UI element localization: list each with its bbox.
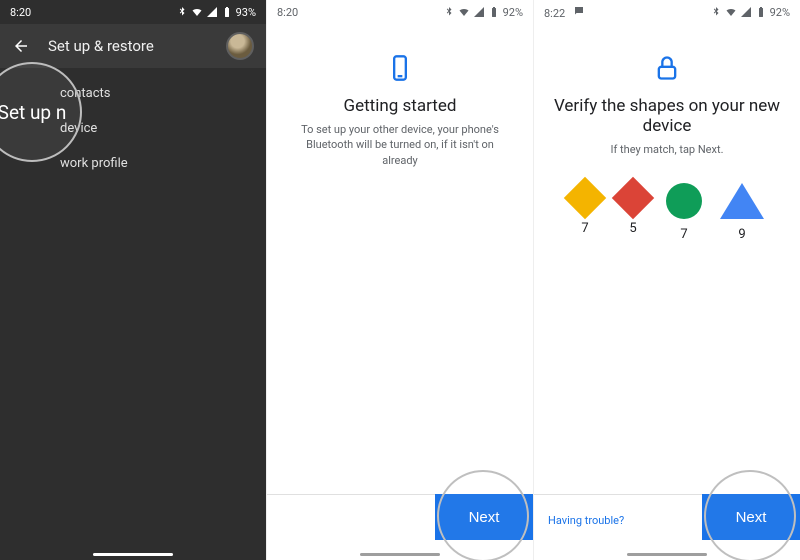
page-title: Verify the shapes on your new device	[534, 96, 800, 136]
appbar: Set up & restore	[0, 24, 266, 68]
list-item[interactable]: work profile	[0, 146, 266, 181]
shape-value: 7	[581, 221, 588, 236]
shape-value: 7	[680, 227, 687, 242]
list-item[interactable]: contacts	[0, 76, 266, 111]
shape-diamond-orange	[564, 177, 606, 219]
status-icons: 92%	[710, 6, 790, 19]
bluetooth-icon	[443, 6, 455, 18]
wifi-icon	[725, 6, 737, 18]
settings-list: contacts device work profile	[0, 68, 266, 189]
home-indicator[interactable]	[627, 553, 707, 556]
bluetooth-icon	[710, 6, 722, 18]
panel-getting-started: 8:20 92% Getting started To set up your …	[266, 0, 533, 560]
home-indicator[interactable]	[360, 553, 440, 556]
appbar-title: Set up & restore	[48, 37, 208, 55]
shape-triangle-blue	[720, 183, 764, 219]
wifi-icon	[191, 6, 203, 18]
shape-cell: 9	[720, 183, 764, 242]
status-bar: 8:20 92%	[267, 0, 533, 24]
avatar[interactable]	[226, 32, 254, 60]
status-icons: 93%	[176, 6, 256, 19]
phone-icon	[386, 54, 414, 82]
home-indicator[interactable]	[93, 553, 173, 556]
shape-circle-green	[666, 183, 702, 219]
battery-icon	[488, 6, 500, 18]
message-icon	[573, 5, 585, 17]
status-time: 8:22	[544, 7, 565, 20]
panel-settings: 8:20 93% Set up & restore contacts devic…	[0, 0, 266, 560]
status-time: 8:20	[10, 6, 31, 19]
next-button[interactable]: Next	[435, 494, 533, 540]
shape-value: 9	[738, 227, 745, 242]
shape-cell: 5	[618, 183, 648, 242]
status-battery-pct: 93%	[236, 6, 256, 19]
shape-diamond-red	[612, 177, 654, 219]
back-icon[interactable]	[12, 37, 30, 55]
signal-icon	[473, 6, 485, 18]
status-bar: 8:20 93%	[0, 0, 266, 24]
shapes-row: 7 5 7 9	[534, 183, 800, 242]
status-bar: 8:22 92%	[534, 0, 800, 24]
signal-icon	[740, 6, 752, 18]
page-subtitle: To set up your other device, your phone'…	[267, 116, 533, 168]
bluetooth-icon	[176, 6, 188, 18]
page-subtitle: If they match, tap Next.	[534, 136, 800, 157]
status-battery-pct: 92%	[770, 6, 790, 19]
wifi-icon	[458, 6, 470, 18]
next-button[interactable]: Next	[702, 494, 800, 540]
signal-icon	[206, 6, 218, 18]
list-item[interactable]: device	[0, 111, 266, 146]
status-time: 8:20	[277, 6, 298, 19]
shape-value: 5	[629, 221, 636, 236]
shape-cell: 7	[666, 183, 702, 242]
battery-icon	[221, 6, 233, 18]
lock-icon	[653, 54, 681, 82]
battery-icon	[755, 6, 767, 18]
page-title: Getting started	[267, 96, 533, 116]
next-button-label: Next	[736, 509, 767, 526]
shape-cell: 7	[570, 183, 600, 242]
next-button-label: Next	[469, 509, 500, 526]
status-icons: 92%	[443, 6, 523, 19]
status-battery-pct: 92%	[503, 6, 523, 19]
panel-verify-shapes: 8:22 92% Verify the shapes on your new d…	[533, 0, 800, 560]
